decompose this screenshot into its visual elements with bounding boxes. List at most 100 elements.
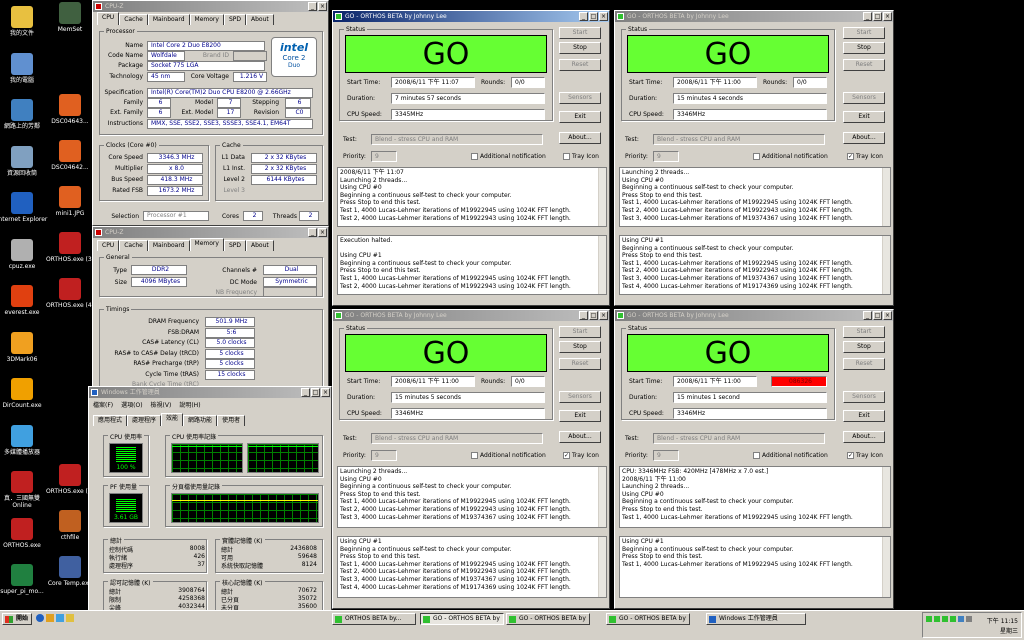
tab-about[interactable]: About bbox=[245, 240, 274, 251]
stop-button[interactable]: Stop bbox=[559, 341, 601, 353]
log-scrollbar[interactable] bbox=[882, 236, 890, 294]
test-dropdown[interactable]: Blend - stress CPU and RAM bbox=[371, 433, 543, 444]
start-button[interactable]: Start bbox=[559, 326, 601, 338]
start-button[interactable]: Start bbox=[559, 27, 601, 39]
tab-cpu[interactable]: CPU bbox=[97, 12, 120, 25]
log-panel[interactable]: Using CPU #1 Beginning a continuous self-… bbox=[619, 536, 891, 598]
volume-icon[interactable] bbox=[966, 616, 972, 622]
log-scrollbar[interactable] bbox=[882, 467, 890, 527]
about-button[interactable]: About... bbox=[559, 132, 601, 144]
desktop-icon[interactable]: mini1.JPG bbox=[44, 186, 96, 217]
checkbox-box[interactable] bbox=[471, 452, 478, 459]
task-manager-titlebar[interactable]: Windows 工作管理員 _ □ × bbox=[89, 387, 331, 398]
desktop-icon[interactable]: cpuz.exe bbox=[0, 238, 48, 270]
about-button[interactable]: About... bbox=[843, 132, 885, 144]
about-button[interactable]: About... bbox=[559, 431, 601, 443]
reset-button[interactable]: Reset bbox=[843, 358, 885, 370]
tab-cache[interactable]: Cache bbox=[119, 240, 148, 251]
tab-cpu[interactable]: CPU bbox=[97, 240, 120, 251]
test-dropdown[interactable]: Blend - stress CPU and RAM bbox=[371, 134, 543, 145]
desktop-icon[interactable]: ORTHOS.exe bbox=[0, 517, 48, 549]
folder-icon[interactable] bbox=[66, 614, 74, 622]
tab-memory[interactable]: Memory bbox=[189, 14, 224, 25]
minimize-button[interactable]: _ bbox=[579, 12, 588, 21]
test-dropdown[interactable]: Blend - stress CPU and RAM bbox=[653, 433, 825, 444]
checkbox-box[interactable] bbox=[753, 153, 760, 160]
about-button[interactable]: About... bbox=[843, 431, 885, 443]
maximize-button[interactable]: □ bbox=[311, 388, 320, 397]
close-button[interactable]: × bbox=[883, 12, 892, 21]
tab-4[interactable]: 使用者 bbox=[217, 415, 246, 426]
orthos-titlebar[interactable]: GO - ORTHOS BETA by Johnny Lee _ □ × bbox=[333, 11, 609, 22]
orthos-titlebar[interactable]: GO - ORTHOS BETA by Johnny Lee _ □ × bbox=[333, 310, 609, 321]
tray-icon-checkbox[interactable]: ✓ Tray Icon bbox=[847, 452, 883, 459]
taskbar-item[interactable]: GO - ORTHOS BETA by bbox=[606, 613, 690, 625]
reset-button[interactable]: Reset bbox=[843, 59, 885, 71]
menu-item[interactable]: 說明(H) bbox=[179, 400, 200, 409]
log-scrollbar[interactable] bbox=[882, 537, 890, 597]
tab-about[interactable]: About bbox=[245, 14, 274, 25]
close-button[interactable]: × bbox=[321, 388, 330, 397]
menu-item[interactable]: 檔案(F) bbox=[93, 400, 113, 409]
desktop-icon[interactable]: super_pi_mo... bbox=[0, 564, 48, 595]
minimize-button[interactable]: _ bbox=[863, 12, 872, 21]
menu-item[interactable]: 選項(O) bbox=[121, 400, 142, 409]
reset-button[interactable]: Reset bbox=[559, 358, 601, 370]
checkbox-box[interactable]: ✓ bbox=[847, 452, 854, 459]
checkbox-box[interactable]: ✓ bbox=[847, 153, 854, 160]
sensors-button[interactable]: Sensors bbox=[559, 92, 601, 104]
desktop-icon[interactable]: 多媒體播放器 bbox=[0, 424, 48, 456]
close-button[interactable]: × bbox=[883, 311, 892, 320]
checkbox-box[interactable] bbox=[563, 153, 570, 160]
log-scrollbar[interactable] bbox=[882, 168, 890, 226]
minimize-button[interactable]: _ bbox=[863, 311, 872, 320]
exit-button[interactable]: Exit bbox=[559, 111, 601, 123]
orthos-titlebar[interactable]: GO - ORTHOS BETA by Johnny Lee _ □ × bbox=[615, 11, 893, 22]
desktop-icon[interactable]: DirCount.exe bbox=[0, 378, 48, 409]
tab-3[interactable]: 網路功能 bbox=[183, 415, 218, 426]
maximize-button[interactable]: □ bbox=[589, 12, 598, 21]
orthos-tray-icon[interactable] bbox=[950, 616, 956, 622]
additional-notification-checkbox[interactable]: Additional notification bbox=[753, 153, 828, 160]
orthos-tray-icon[interactable] bbox=[942, 616, 948, 622]
tab-mainboard[interactable]: Mainboard bbox=[147, 240, 190, 251]
maximize-button[interactable]: □ bbox=[589, 311, 598, 320]
tab-mainboard[interactable]: Mainboard bbox=[147, 14, 190, 25]
reset-button[interactable]: Reset bbox=[559, 59, 601, 71]
sensors-button[interactable]: Sensors bbox=[843, 391, 885, 403]
desktop-icon[interactable]: 3DMark06 bbox=[0, 331, 48, 363]
taskbar-item[interactable]: GO - ORTHOS BETA by bbox=[420, 613, 504, 625]
tab-cache[interactable]: Cache bbox=[119, 14, 148, 25]
priority-dropdown[interactable]: 9 bbox=[653, 450, 679, 461]
checkbox-box[interactable] bbox=[753, 452, 760, 459]
cpuz-cpu-titlebar[interactable]: CPU-Z _ × bbox=[93, 1, 328, 12]
cpuz-memory-titlebar[interactable]: CPU-Z _ × bbox=[93, 227, 328, 238]
desktop-icon[interactable]: MemSet bbox=[44, 2, 96, 33]
close-button[interactable]: × bbox=[318, 2, 327, 11]
media-icon[interactable] bbox=[56, 614, 64, 622]
orthos-tray-icon[interactable] bbox=[934, 616, 940, 622]
tab-spd[interactable]: SPD bbox=[223, 240, 246, 251]
stop-button[interactable]: Stop bbox=[843, 42, 885, 54]
tab-1[interactable]: 處理程序 bbox=[127, 415, 162, 426]
additional-notification-checkbox[interactable]: Additional notification bbox=[753, 452, 828, 459]
exit-button[interactable]: Exit bbox=[843, 410, 885, 422]
tab-memory[interactable]: Memory bbox=[189, 238, 224, 251]
log-panel[interactable]: 2008/6/11 下午 11:07 Launching 2 threads...… bbox=[337, 167, 607, 227]
start-button[interactable]: Start bbox=[843, 27, 885, 39]
close-button[interactable]: × bbox=[599, 311, 608, 320]
tab-spd[interactable]: SPD bbox=[223, 14, 246, 25]
tray-icon-checkbox[interactable]: Tray Icon bbox=[563, 153, 599, 160]
checkbox-box[interactable]: ✓ bbox=[563, 452, 570, 459]
desktop-icon[interactable]: 真．三國無雙 Online bbox=[0, 471, 48, 509]
taskbar-item[interactable]: ORTHOS BETA by... bbox=[332, 613, 416, 625]
tray-icon-checkbox[interactable]: ✓ Tray Icon bbox=[563, 452, 599, 459]
orthos-titlebar[interactable]: GO - ORTHOS BETA by Johnny Lee _ □ × bbox=[615, 310, 893, 321]
desktop-icon[interactable]: Internet Explorer bbox=[0, 192, 48, 223]
orthos-tray-icon[interactable] bbox=[926, 616, 932, 622]
start-button[interactable]: Start bbox=[843, 326, 885, 338]
desktop-icon[interactable]: DSC04642... bbox=[44, 140, 96, 171]
log-panel[interactable]: CPU: 3346MHz FSB: 420MHz [478MHz x 7.0 e… bbox=[619, 466, 891, 528]
taskbar-item[interactable]: GO - ORTHOS BETA by bbox=[506, 613, 590, 625]
desktop-icon[interactable]: ORTHOS.exe (3) bbox=[44, 232, 96, 263]
